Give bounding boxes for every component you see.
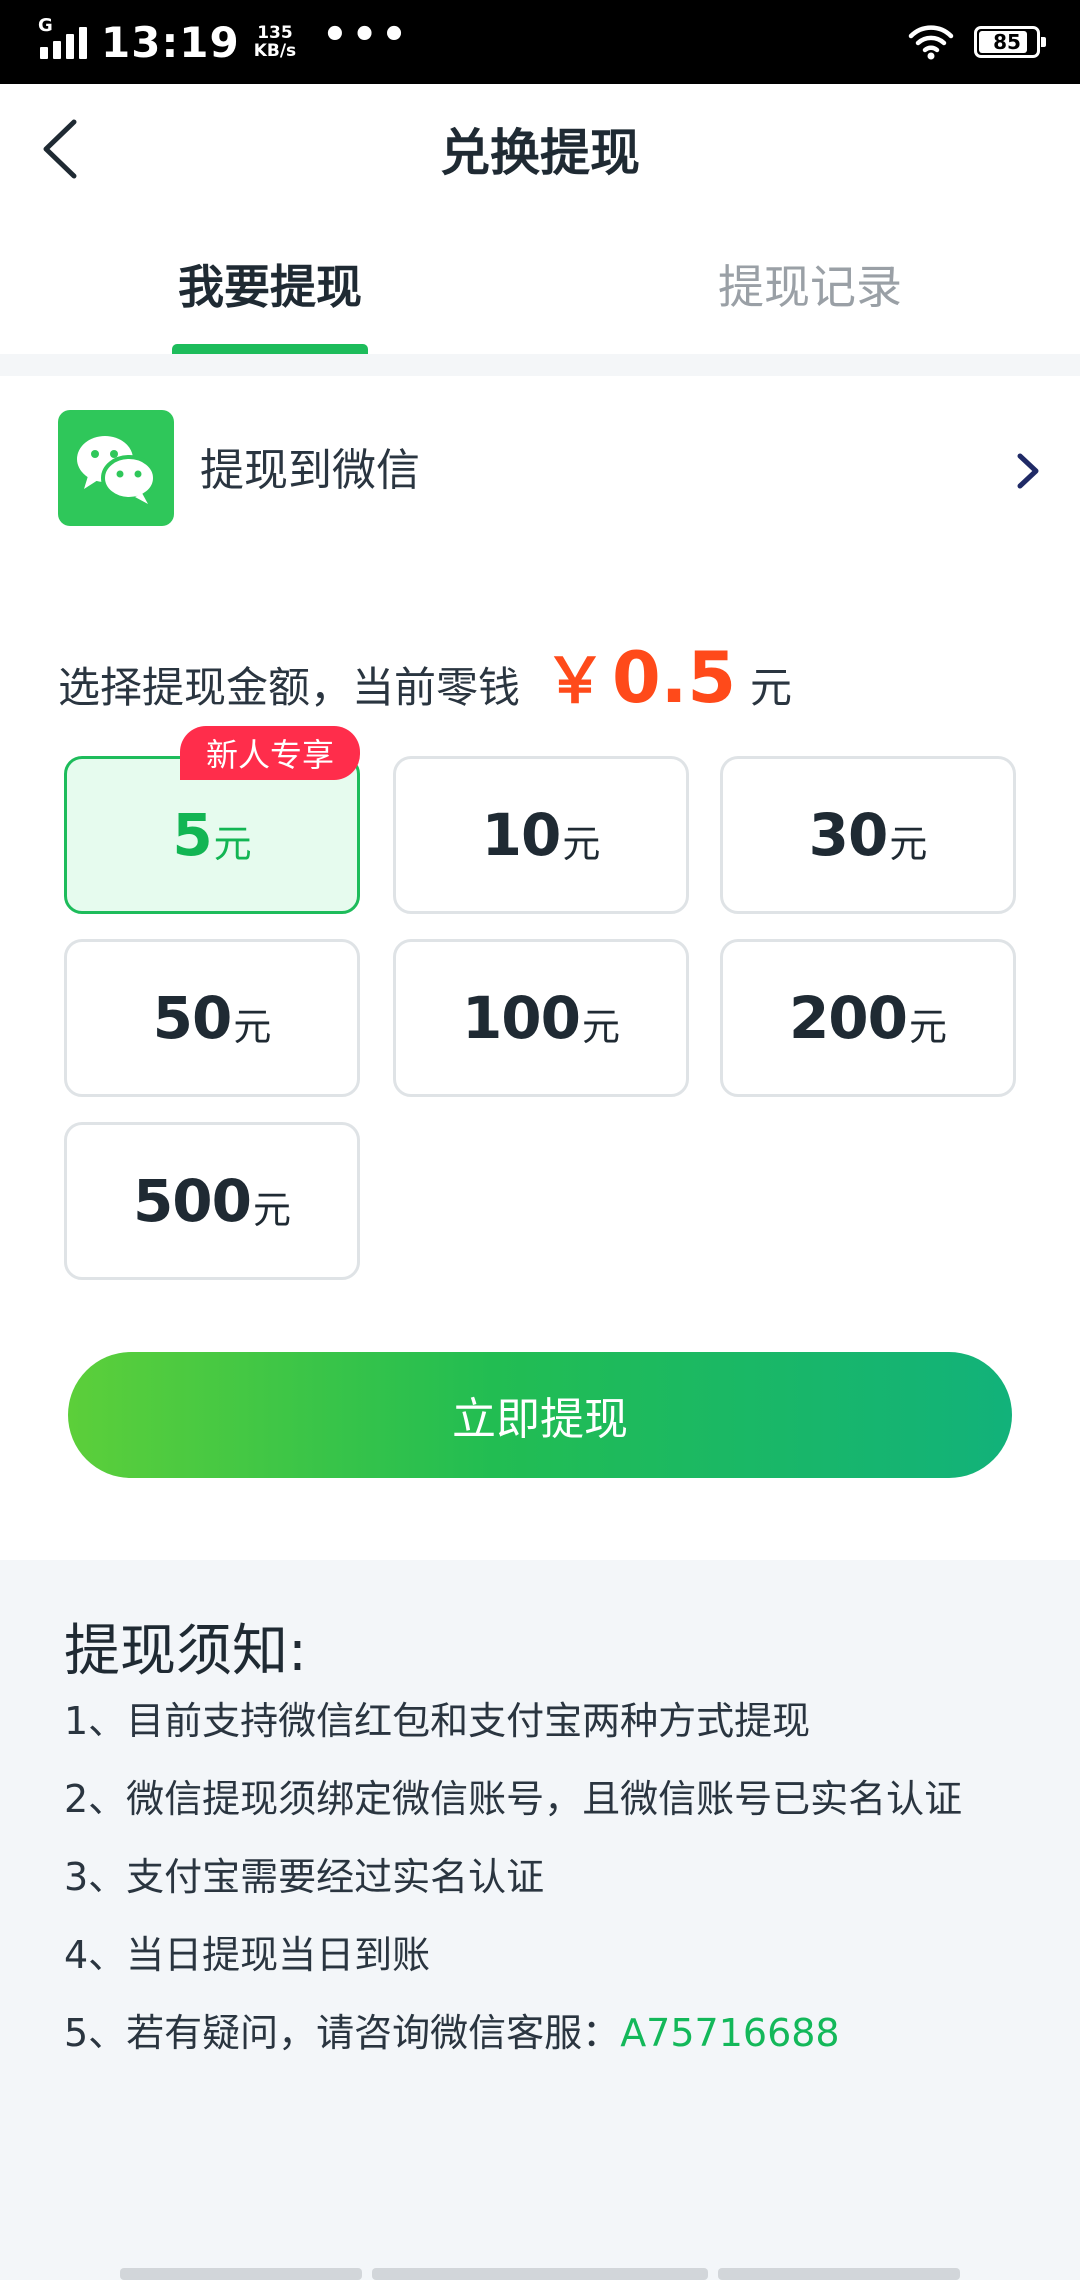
amount-header: 选择提现金额，当前零钱 ￥ 0.5 元: [58, 630, 792, 720]
back-button[interactable]: [30, 114, 90, 184]
withdraw-method-label: 提现到微信: [200, 445, 420, 496]
signal-icon: G: [38, 15, 87, 59]
notice-item: 3、支付宝需要经过实名认证: [64, 1855, 545, 1899]
tab-withdraw-history[interactable]: 提现记录: [610, 214, 1010, 354]
battery-percent: 85: [993, 30, 1021, 54]
status-time: 13:19: [101, 17, 240, 67]
section-divider: [0, 354, 1080, 376]
balance-unit: 元: [750, 663, 793, 712]
chevron-right-icon: [1017, 453, 1039, 489]
back-arrow-icon: [43, 119, 77, 179]
amount-option-50[interactable]: 50 元: [64, 939, 360, 1097]
amount-label: 选择提现金额，当前零钱: [58, 663, 521, 712]
notice-item: 2、微信提现须绑定微信账号，且微信账号已实名认证: [64, 1777, 963, 1821]
customer-service-id: A75716688: [620, 2011, 840, 2055]
amount-option-30[interactable]: 30 元: [720, 756, 1016, 914]
wifi-icon: [908, 25, 954, 60]
tab-active-indicator: [172, 344, 368, 354]
amount-option-200[interactable]: 200 元: [720, 939, 1016, 1097]
tab-withdraw[interactable]: 我要提现: [70, 214, 470, 354]
bottom-gesture-bar: [120, 2268, 960, 2280]
notice-item: 1、目前支持微信红包和支付宝两种方式提现: [64, 1699, 811, 1743]
amount-option-100[interactable]: 100 元: [393, 939, 689, 1097]
notice-title: 提现须知:: [64, 1619, 307, 1684]
network-speed: 135 KB/s: [253, 23, 297, 61]
balance-value: 0.5: [612, 637, 737, 719]
status-bar: G 13:19 135 KB/s ••• 85: [0, 0, 1080, 84]
notice-item: 4、当日提现当日到账: [64, 1933, 431, 1977]
nav-header: 兑换提现: [0, 84, 1080, 214]
withdraw-notice: 提现须知: 1、目前支持微信红包和支付宝两种方式提现 2、微信提现须绑定微信账号…: [0, 1560, 1080, 2280]
withdraw-now-button[interactable]: 立即提现: [68, 1352, 1012, 1478]
amount-option-10[interactable]: 10 元: [393, 756, 689, 914]
more-notifications-icon: •••: [322, 12, 411, 58]
currency-symbol: ￥: [544, 644, 607, 717]
wechat-icon: [58, 410, 174, 526]
network-type: G: [38, 15, 53, 36]
notice-item: 5、若有疑问，请咨询微信客服：A75716688: [64, 2011, 840, 2055]
tab-bar: 我要提现 提现记录: [0, 214, 1080, 354]
battery-icon: 85: [974, 26, 1046, 58]
new-user-badge: 新人专享: [180, 726, 360, 780]
withdraw-method-row[interactable]: 提现到微信: [0, 376, 1080, 566]
amount-option-500[interactable]: 500 元: [64, 1122, 360, 1280]
page-title: 兑换提现: [440, 124, 640, 182]
